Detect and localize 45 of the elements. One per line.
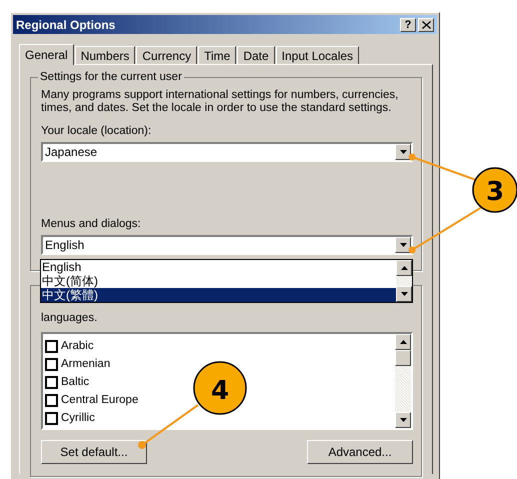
locale-label: Your locale (location): [41,125,152,137]
checkbox[interactable] [45,394,58,406]
language-label: Baltic [61,376,90,388]
tab[interactable]: Date [237,46,275,64]
scrollbar[interactable] [396,260,412,302]
checkbox[interactable] [45,358,58,370]
menus-dropdown[interactable]: English [41,235,413,255]
help-button[interactable]: ? [400,18,416,32]
description-text: Many programs support international settings for numbers, currencies, times, and dates. Set the locale in order to use the standard settings. [41,89,400,115]
scroll-down-icon [400,292,408,296]
callout-badge: 4 [193,361,247,415]
locale-dropdown[interactable]: Japanese [41,142,413,162]
dialog-button[interactable]: Set default... [41,440,147,464]
leader-line [408,154,476,181]
tab[interactable]: Numbers [74,46,136,64]
callout-badge: 3 [472,167,517,213]
close-button[interactable] [418,18,434,32]
tab[interactable]: General [19,44,74,65]
checkbox[interactable] [45,376,58,388]
language-label: Central Europe [61,394,138,406]
dialog-button[interactable]: Advanced... [307,440,413,464]
leader-line [138,404,199,449]
checkbox[interactable] [45,340,58,352]
scroll-down-icon [400,418,406,422]
tab[interactable]: Input Locales [276,46,360,64]
dropdown-option[interactable]: 中文(繁體) [41,288,396,302]
language-label: Arabic [61,340,94,352]
close-icon [422,20,430,28]
dropdown-arrow-icon [400,150,406,154]
dropdown-option[interactable]: English [41,260,396,274]
menus-label: Menus and dialogs: [41,218,142,230]
language-label: Armenian [61,358,110,370]
scroll-up-icon [400,340,406,344]
description-text: languages. [41,312,98,325]
group-label: Settings for the current user [38,71,184,83]
dropdown-option[interactable]: 中文(简体) [41,274,396,288]
language-label: Cyrillic [61,412,95,424]
window-title: Regional Options [16,18,116,32]
scrollbar[interactable] [395,334,411,428]
tab[interactable]: Currency [136,46,198,64]
checkbox[interactable] [45,412,58,424]
scroll-up-icon [400,266,408,270]
scrollbar-thumb[interactable] [395,350,411,366]
tab[interactable]: Time [198,46,236,64]
dropdown-arrow-icon [400,243,406,247]
